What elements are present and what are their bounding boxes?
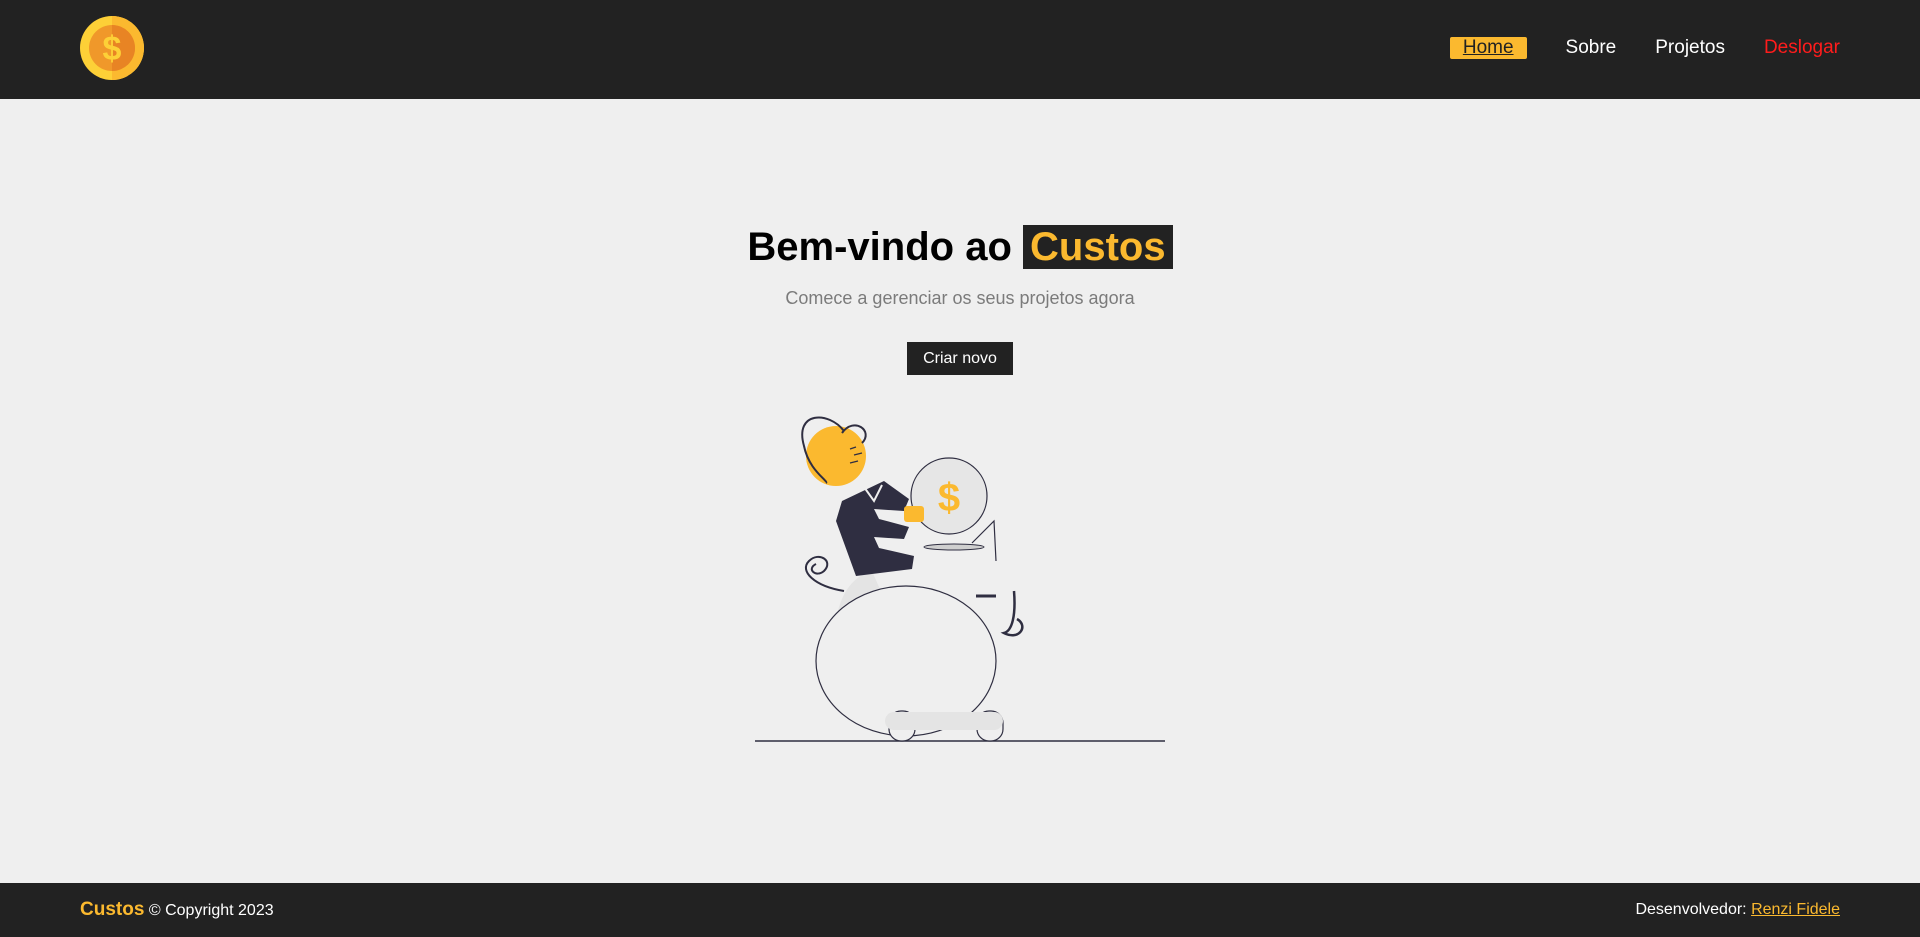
- dollar-coin-icon[interactable]: $: [80, 16, 144, 80]
- title-brand: Custos: [1023, 225, 1173, 269]
- page-title: Bem-vindo ao Custos: [0, 223, 1920, 271]
- main-nav: Home Sobre Projetos Deslogar: [1449, 37, 1840, 59]
- title-prefix: Bem-vindo ao: [747, 225, 1012, 269]
- footer-copyright-text: © Copyright 2023: [148, 902, 274, 919]
- nav-logout-link[interactable]: Deslogar: [1764, 37, 1840, 59]
- coin-dollar-symbol: $: [938, 476, 960, 520]
- nav-projetos-link[interactable]: Projetos: [1655, 37, 1725, 59]
- create-new-button[interactable]: Criar novo: [907, 342, 1013, 375]
- nav-sobre-link[interactable]: Sobre: [1566, 37, 1617, 59]
- footer-developer: Desenvolvedor: Renzi Fidele: [1635, 901, 1840, 919]
- footer-copyright: Custos © Copyright 2023: [80, 899, 274, 921]
- piggy-bank-savings-icon: $: [755, 416, 1165, 742]
- navbar: $ Home Sobre Projetos Deslogar: [0, 0, 1920, 99]
- nav-home-link[interactable]: Home: [1449, 37, 1527, 59]
- footer-brand: Custos: [80, 899, 145, 920]
- svg-text:$: $: [103, 30, 122, 68]
- developer-label: Desenvolvedor:: [1635, 901, 1747, 918]
- footer: Custos © Copyright 2023 Desenvolvedor: R…: [0, 883, 1920, 937]
- developer-link[interactable]: Renzi Fidele: [1751, 901, 1840, 918]
- page-subtitle: Comece a gerenciar os seus projetos agor…: [785, 288, 1135, 308]
